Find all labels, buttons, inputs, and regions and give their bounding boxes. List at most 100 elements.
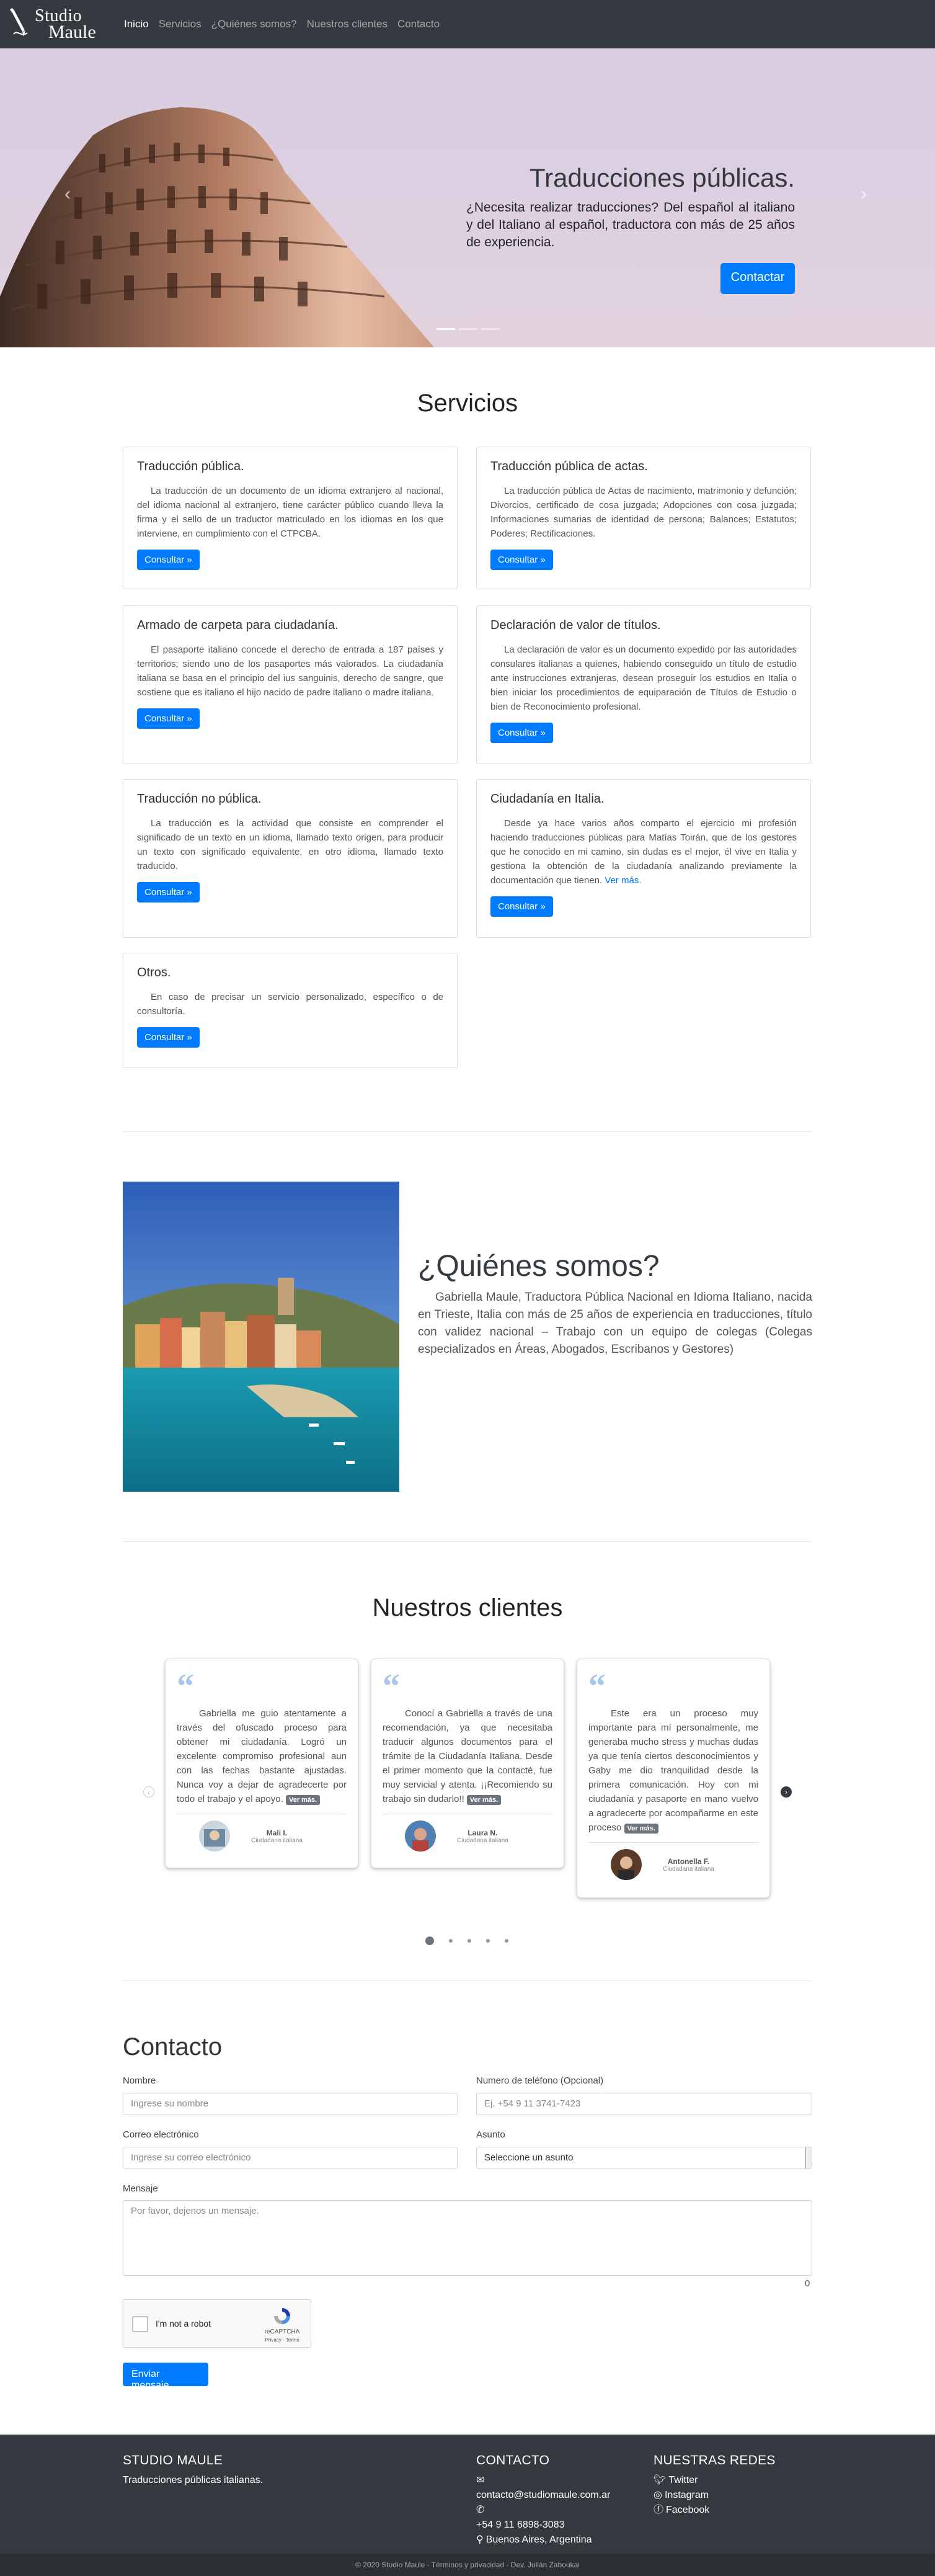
- email-input[interactable]: Ingrese su correo electrónico: [123, 2147, 458, 2169]
- name-input[interactable]: Ingrese su nombre: [123, 2093, 458, 2115]
- hero-carousel: ‹ › Traducciones públicas. ¿Necesita rea…: [0, 48, 935, 347]
- carousel-prev-icon[interactable]: ‹: [143, 1786, 154, 1798]
- service-title: Otros.: [137, 966, 171, 979]
- testimonial-card: “ Este era un proceso muy importante par…: [577, 1659, 770, 1898]
- testimonial-card: “ Conocí a Gabriella a través de una rec…: [371, 1659, 564, 1868]
- footer-tagline: Traducciones públicas italianas.: [123, 2475, 264, 2485]
- phone-icon: ✆: [476, 2505, 485, 2515]
- consult-button[interactable]: Consultar »: [137, 708, 200, 729]
- service-title: Armado de carpeta para ciudadanía.: [137, 618, 339, 632]
- brand-name: Studio Maule: [35, 6, 96, 42]
- author-name: Antonella F.: [667, 1856, 710, 1866]
- phone-input[interactable]: Ej. +54 9 11 3741-7423: [476, 2093, 812, 2115]
- consult-button[interactable]: Consultar »: [490, 723, 553, 743]
- nav-servicios[interactable]: Servicios: [154, 18, 206, 30]
- instagram-link[interactable]: ◎ Instagram: [654, 2488, 776, 2503]
- consult-button[interactable]: Consultar »: [137, 550, 200, 570]
- subject-label: Asunto: [476, 2129, 505, 2140]
- testimonial-author: Mali I. Ciudadana italiana: [177, 1821, 347, 1852]
- service-card: Traducción no pública. La traducción es …: [123, 779, 458, 938]
- nav-nuestros-clientes[interactable]: Nuestros clientes: [302, 18, 392, 30]
- facebook-icon: ⓕ: [654, 2505, 664, 2515]
- hero-text: ¿Necesita realizar traducciones? Del esp…: [466, 200, 795, 249]
- testimonial-author: Antonella F. Ciudadana italiana: [588, 1849, 758, 1880]
- footer-social-title: NUESTRAS REDES: [654, 2453, 776, 2467]
- footer-contact-title: CONTACTO: [476, 2453, 550, 2467]
- testimonial-author: Laura N. Ciudadana italiana: [383, 1821, 552, 1852]
- service-card: Declaración de valor de títulos. La decl…: [476, 605, 811, 764]
- avatar: [199, 1821, 230, 1852]
- service-title: Traducción pública.: [137, 460, 244, 473]
- service-text: La traducción es la actividad que consis…: [137, 818, 443, 871]
- facebook-link[interactable]: ⓕ Facebook: [654, 2503, 776, 2518]
- service-card: Traducción pública. La traducción de un …: [123, 447, 458, 589]
- hero-prev-arrow-icon[interactable]: ‹: [64, 184, 71, 205]
- testimonial-card: “ Gabriella me guio atentamente a través…: [165, 1659, 358, 1868]
- select-arrow-icon: [805, 2147, 812, 2168]
- message-label: Mensaje: [123, 2183, 158, 2194]
- send-message-button[interactable]: Enviar mensaje: [123, 2363, 208, 2391]
- hero-next-arrow-icon[interactable]: ›: [861, 184, 867, 205]
- carousel-dot[interactable]: [468, 1939, 471, 1943]
- brand-logo[interactable]: Studio Maule: [9, 6, 113, 43]
- carousel-dot[interactable]: [486, 1939, 490, 1943]
- author-name: Mali I.: [266, 1828, 288, 1837]
- pen-logo-icon: [9, 7, 33, 42]
- author-role: Ciudadana italiana: [457, 1837, 508, 1844]
- service-card: Ciudadanía en Italia. Desde ya hace vari…: [476, 779, 811, 938]
- hero-indicators: [436, 328, 500, 330]
- footer-about: STUDIO MAULE Traducciones públicas itali…: [123, 2453, 263, 2488]
- quote-icon: “: [383, 1667, 400, 1706]
- message-textarea[interactable]: Por favor, dejenos un mensaje.: [123, 2200, 812, 2276]
- service-title: Declaración de valor de títulos.: [490, 618, 661, 632]
- recaptcha-checkbox[interactable]: [132, 2316, 148, 2332]
- carousel-dot[interactable]: [449, 1939, 453, 1943]
- consult-button[interactable]: Consultar »: [137, 1027, 200, 1048]
- see-more-badge[interactable]: Ver más.: [466, 1795, 502, 1805]
- subject-select[interactable]: Seleccione un asunto: [476, 2147, 812, 2169]
- hero-contact-button[interactable]: Contactar: [720, 263, 795, 294]
- hero-indicator[interactable]: [436, 328, 455, 330]
- navbar: Studio Maule Inicio Servicios ¿Quiénes s…: [0, 0, 935, 48]
- hero-title: Traducciones públicas.: [530, 163, 795, 192]
- section-divider: [123, 1131, 812, 1132]
- recaptcha-widget: I'm not a robot reCAPTCHA Privacy - Term…: [123, 2299, 311, 2348]
- consult-button[interactable]: Consultar »: [137, 882, 200, 902]
- carousel-next-icon[interactable]: ›: [781, 1786, 792, 1798]
- see-more-badge[interactable]: Ver más.: [285, 1795, 321, 1805]
- service-card: Traducción pública de actas. La traducci…: [476, 447, 811, 589]
- author-name: Laura N.: [468, 1828, 498, 1837]
- services-title: Servicios: [417, 390, 518, 417]
- hero-indicator[interactable]: [459, 328, 477, 330]
- see-more-badge[interactable]: Ver más.: [624, 1824, 658, 1834]
- footer-phone[interactable]: +54 9 11 6898-3083: [476, 2518, 610, 2533]
- hero-indicator[interactable]: [481, 328, 500, 330]
- twitter-icon: 🐦︎: [654, 2475, 667, 2485]
- quote-icon: “: [588, 1667, 606, 1706]
- footer-contact: CONTACTO ✉ contacto@studiomaule.com.ar ✆…: [476, 2453, 610, 2547]
- nav-inicio[interactable]: Inicio: [119, 18, 154, 30]
- nav-quienes-somos[interactable]: ¿Quiénes somos?: [206, 18, 302, 30]
- footer-location: ⚲ Buenos Aires, Argentina: [476, 2533, 610, 2547]
- nav-contacto[interactable]: Contacto: [392, 18, 445, 30]
- service-title: Traducción pública de actas.: [490, 460, 648, 473]
- see-more-link[interactable]: Ver más.: [605, 875, 641, 886]
- consult-button[interactable]: Consultar »: [490, 896, 553, 917]
- copyright-bar: © 2020 Studio Maule · Términos y privaci…: [0, 2554, 935, 2576]
- quote-icon: “: [177, 1667, 194, 1706]
- author-role: Ciudadana italiana: [251, 1837, 303, 1844]
- service-card: Otros. En caso de precisar un servicio p…: [123, 953, 458, 1068]
- carousel-dot[interactable]: [425, 1936, 434, 1945]
- twitter-link[interactable]: 🐦︎ Twitter: [654, 2473, 776, 2488]
- footer-email[interactable]: contacto@studiomaule.com.ar: [476, 2488, 610, 2503]
- service-card: Armado de carpeta para ciudadanía. El pa…: [123, 605, 458, 764]
- carousel-dot[interactable]: [505, 1939, 508, 1943]
- service-text: El pasaporte italiano concede el derecho…: [137, 644, 443, 698]
- recaptcha-label: I'm not a robot: [156, 2319, 211, 2329]
- service-text: Desde ya hace varios años comparto el ej…: [490, 818, 797, 886]
- about-title: ¿Quiénes somos?: [418, 1250, 660, 1283]
- avatar: [611, 1849, 642, 1880]
- recaptcha-brand: reCAPTCHA: [264, 2329, 300, 2335]
- recaptcha-links[interactable]: Privacy - Terms: [264, 2337, 301, 2343]
- consult-button[interactable]: Consultar »: [490, 550, 553, 570]
